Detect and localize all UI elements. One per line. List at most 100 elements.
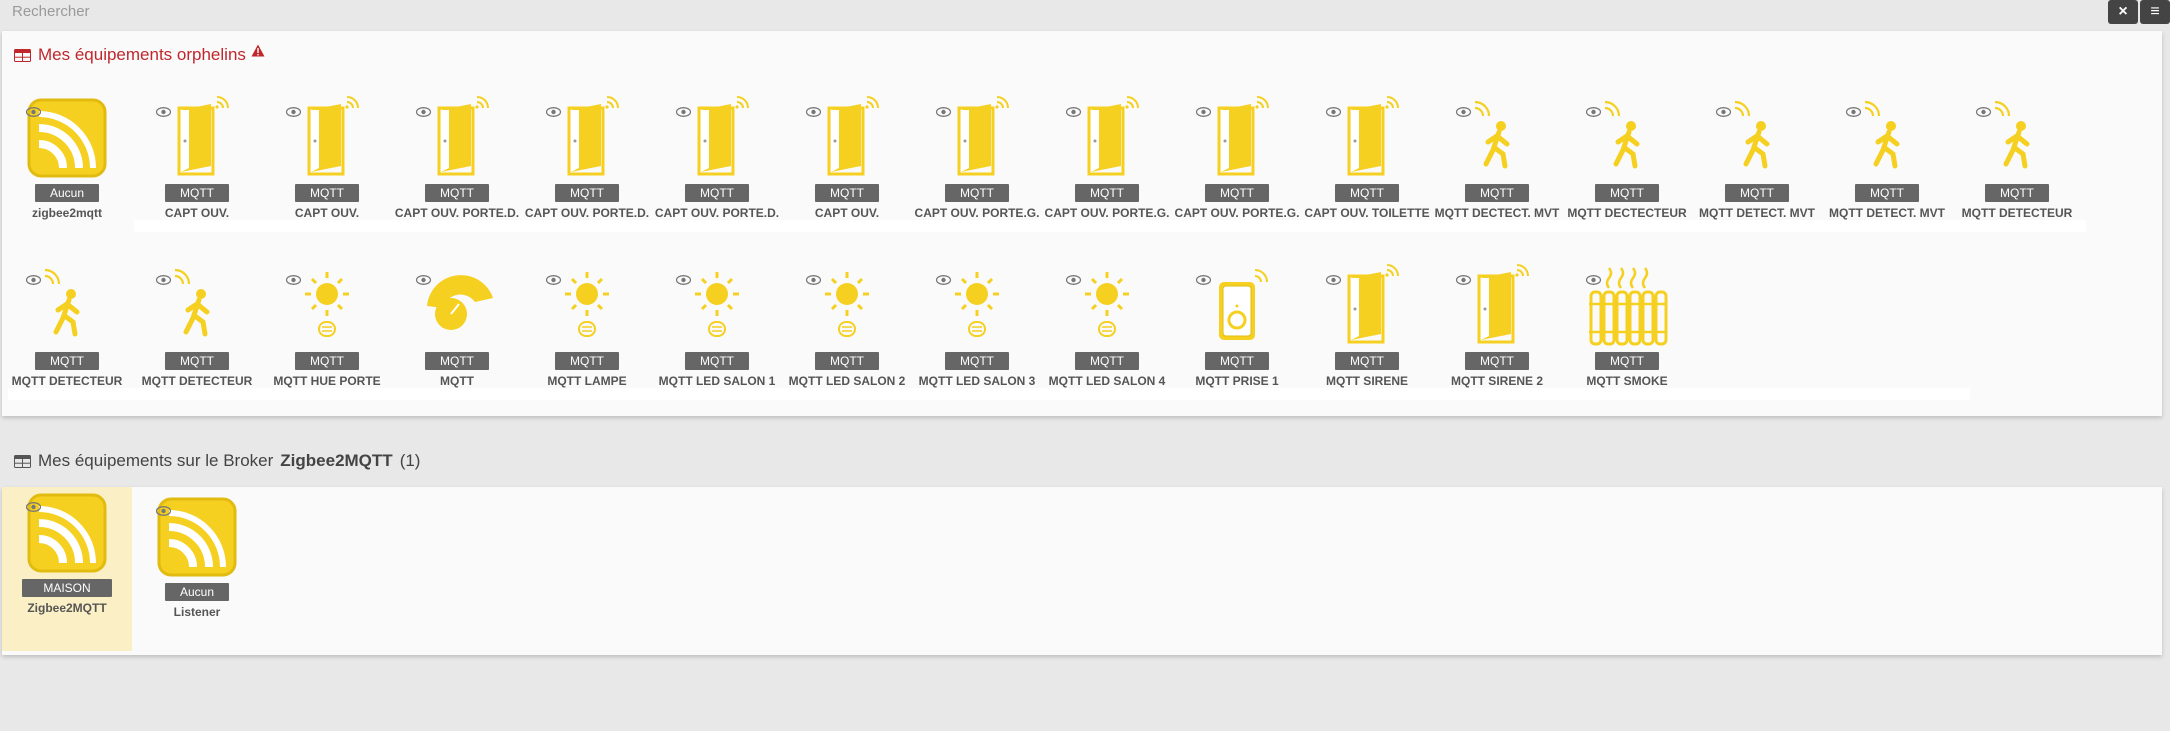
equipment-badge: MQTT: [425, 184, 489, 202]
equipment-card[interactable]: MAISON Zigbee2MQTT: [2, 487, 132, 651]
equipment-badge: MQTT: [1335, 352, 1399, 370]
equipment-badge: MQTT: [165, 352, 229, 370]
equipment-card[interactable]: MQTT MQTT SMOKE: [1562, 260, 1692, 390]
equipment-card[interactable]: MQTT MQTT PRISE 1: [1172, 260, 1302, 390]
broker-row: MAISON Zigbee2MQTT Aucun Listener: [2, 487, 262, 655]
equipment-badge: MQTT: [165, 184, 229, 202]
orphans-row-1: Aucun zigbee2mqtt MQTT CAPT OUV. MQTT CAPT OU…: [2, 92, 2082, 222]
equipment-badge: MQTT: [1465, 184, 1529, 202]
orphans-title-text: Mes équipements orphelins: [38, 45, 246, 64]
equipment-badge: MQTT: [815, 352, 879, 370]
equipment-badge: MQTT: [295, 352, 359, 370]
equipment-badge: MQTT: [1595, 184, 1659, 202]
eye-icon: [1325, 104, 1342, 117]
eye-icon: [935, 104, 952, 117]
equipment-card[interactable]: Aucun Listener: [132, 491, 262, 621]
equipment-name: Listener: [173, 605, 221, 619]
equipment-badge: MQTT: [555, 352, 619, 370]
equipment-badge: MQTT: [555, 184, 619, 202]
eye-icon: [285, 272, 302, 285]
eye-icon: [25, 104, 42, 117]
equipment-badge: MAISON: [22, 579, 112, 597]
equipment-card[interactable]: MQTT MQTT DETECTEUR: [1952, 92, 2082, 222]
equipment-card[interactable]: MQTT MQTT DETECTEUR: [2, 260, 132, 390]
warning-icon: [251, 44, 265, 56]
equipment-card[interactable]: MQTT MQTT DECTECT. MVT: [1432, 92, 1562, 222]
equipment-badge: MQTT: [945, 352, 1009, 370]
eye-icon: [1585, 104, 1602, 117]
eye-icon: [155, 272, 172, 285]
equipment-card[interactable]: MQTT MQTT LED SALON 4: [1042, 260, 1172, 390]
eye-icon: [1325, 272, 1342, 285]
equipment-badge: MQTT: [945, 184, 1009, 202]
eye-icon: [545, 104, 562, 117]
equipment-card[interactable]: MQTT MQTT: [392, 260, 522, 390]
equipment-card[interactable]: MQTT MQTT DETECTEUR: [132, 260, 262, 390]
equipment-badge: MQTT: [1985, 184, 2049, 202]
equipment-card[interactable]: MQTT CAPT OUV.: [132, 92, 262, 222]
equipment-card[interactable]: Aucun zigbee2mqtt: [2, 92, 132, 222]
equipment-card[interactable]: MQTT CAPT OUV. PORTE.D.: [522, 92, 652, 222]
equipment-card[interactable]: MQTT CAPT OUV. PORTE.G.: [912, 92, 1042, 222]
eye-icon: [285, 104, 302, 117]
orphans-row-2: MQTT MQTT DETECTEUR MQTT MQTT DETECTEUR MQTT…: [2, 260, 1692, 390]
equipment-name: MQTT SMOKE: [1586, 374, 1668, 388]
broker-panel: [2, 487, 2162, 655]
equipment-badge: MQTT: [1075, 352, 1139, 370]
equipment-card[interactable]: MQTT CAPT OUV. PORTE.G.: [1172, 92, 1302, 222]
equipment-badge: MQTT: [1205, 352, 1269, 370]
equipment-badge: MQTT: [685, 184, 749, 202]
search-bar: × ≡: [0, 0, 2170, 25]
equipment-card[interactable]: MQTT CAPT OUV.: [782, 92, 912, 222]
eye-icon: [1715, 104, 1732, 117]
broker-title-prefix: Mes équipements sur le Broker: [38, 451, 274, 470]
table-icon: [14, 454, 31, 468]
equipment-card[interactable]: MQTT CAPT OUV. PORTE.G.: [1042, 92, 1172, 222]
broker-count: (1): [399, 451, 421, 470]
equipment-badge: MQTT: [1335, 184, 1399, 202]
table-icon: [14, 48, 31, 62]
equipment-card[interactable]: MQTT MQTT LAMPE: [522, 260, 652, 390]
equipment-badge: MQTT: [1855, 184, 1919, 202]
eye-icon: [1195, 104, 1212, 117]
orphans-title: Mes équipements orphelins: [14, 44, 265, 65]
equipment-badge: MQTT: [1075, 184, 1139, 202]
equipment-card[interactable]: MQTT MQTT SIRENE: [1302, 260, 1432, 390]
equipment-badge: MQTT: [1205, 184, 1269, 202]
close-button[interactable]: ×: [2108, 0, 2138, 24]
equipment-badge: MQTT: [425, 352, 489, 370]
eye-icon: [1585, 272, 1602, 285]
equipment-card[interactable]: MQTT MQTT DETECT. MVT: [1692, 92, 1822, 222]
equipment-card[interactable]: MQTT CAPT OUV. TOILETTE: [1302, 92, 1432, 222]
equipment-badge: MQTT: [1595, 352, 1659, 370]
equipment-card[interactable]: MQTT MQTT LED SALON 2: [782, 260, 912, 390]
eye-icon: [25, 499, 42, 512]
equipment-card[interactable]: MQTT MQTT HUE PORTE: [262, 260, 392, 390]
eye-icon: [1455, 272, 1472, 285]
equipment-badge: MQTT: [1465, 352, 1529, 370]
equipment-badge: MQTT: [815, 184, 879, 202]
eye-icon: [805, 272, 822, 285]
search-input[interactable]: [2, 0, 2102, 22]
eye-icon: [1065, 104, 1082, 117]
equipment-card[interactable]: MQTT CAPT OUV. PORTE.D.: [652, 92, 782, 222]
equipment-card[interactable]: MQTT MQTT SIRENE 2: [1432, 260, 1562, 390]
equipment-card[interactable]: MQTT CAPT OUV. PORTE.D.: [392, 92, 522, 222]
equipment-card[interactable]: MQTT MQTT LED SALON 1: [652, 260, 782, 390]
equipment-name: MQTT DETECTEUR: [1961, 206, 2073, 220]
eye-icon: [1975, 104, 1992, 117]
eye-icon: [675, 104, 692, 117]
eye-icon: [1845, 104, 1862, 117]
eye-icon: [1455, 104, 1472, 117]
equipment-card[interactable]: MQTT MQTT DECTECTEUR: [1562, 92, 1692, 222]
eye-icon: [545, 272, 562, 285]
eye-icon: [675, 272, 692, 285]
eye-icon: [155, 104, 172, 117]
equipment-card[interactable]: MQTT MQTT DETECT. MVT: [1822, 92, 1952, 222]
equipment-card[interactable]: MQTT MQTT LED SALON 3: [912, 260, 1042, 390]
equipment-card[interactable]: MQTT CAPT OUV.: [262, 92, 392, 222]
equipment-badge: Aucun: [35, 184, 99, 202]
menu-button[interactable]: ≡: [2140, 0, 2170, 24]
equipment-badge: MQTT: [35, 352, 99, 370]
eye-icon: [415, 104, 432, 117]
